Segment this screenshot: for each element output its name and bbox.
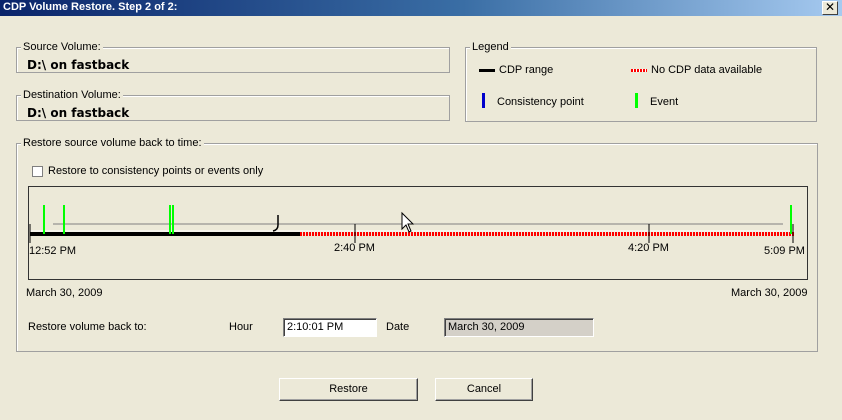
tick-label-end: 5:09 PM [764,245,805,257]
cancel-button[interactable]: Cancel [435,378,533,401]
legend-consistency-point: Consistency point [497,96,584,108]
title-bar: CDP Volume Restore. Step 2 of 2: ✕ [0,0,842,16]
cdp-range-swatch [479,69,495,72]
legend-event: Event [650,96,679,108]
legend-group: Legend CDP range No CDP data available C… [465,41,817,122]
source-volume-value: D:\ on fastback [27,58,130,72]
source-volume-group: Source Volume: D:\ on fastback [16,41,450,73]
hour-label: Hour [229,321,253,333]
restore-button[interactable]: Restore [279,378,418,401]
consistency-point-swatch [482,93,485,108]
consistency-only-label: Restore to consistency points or events … [48,165,264,177]
end-date-label: March 30, 2009 [731,287,808,299]
source-volume-label: Source Volume: [21,41,103,53]
close-button[interactable]: ✕ [822,1,838,15]
timeline-svg [29,205,795,243]
timeline-box[interactable]: 12:52 PM 2:40 PM 4:20 PM 5:09 PM [28,186,808,280]
mouse-cursor-icon [401,211,415,233]
tick-label-420: 4:20 PM [628,242,669,254]
date-input: March 30, 2009 [444,318,594,337]
time-slider-handle[interactable] [272,215,279,232]
window-title: CDP Volume Restore. Step 2 of 2: [3,1,178,13]
hour-input[interactable]: 2:10:01 PM [283,318,377,337]
destination-volume-group: Destination Volume: D:\ on fastback [16,89,450,121]
restore-back-to-label: Restore volume back to: [28,321,147,333]
restore-time-group-label: Restore source volume back to time: [21,137,204,149]
date-label: Date [386,321,410,333]
tick-label-240: 2:40 PM [334,242,375,254]
destination-volume-value: D:\ on fastback [27,106,130,120]
start-date-label: March 30, 2009 [26,287,103,299]
event-swatch [635,93,638,108]
legend-cdp-range: CDP range [499,64,554,76]
tick-label-start: 12:52 PM [29,245,77,257]
legend-no-cdp: No CDP data available [651,64,763,76]
consistency-only-checkbox[interactable] [32,166,43,177]
legend-title: Legend [470,41,511,53]
no-cdp-swatch [631,69,647,72]
close-icon: ✕ [824,0,836,14]
destination-volume-label: Destination Volume: [21,89,123,101]
